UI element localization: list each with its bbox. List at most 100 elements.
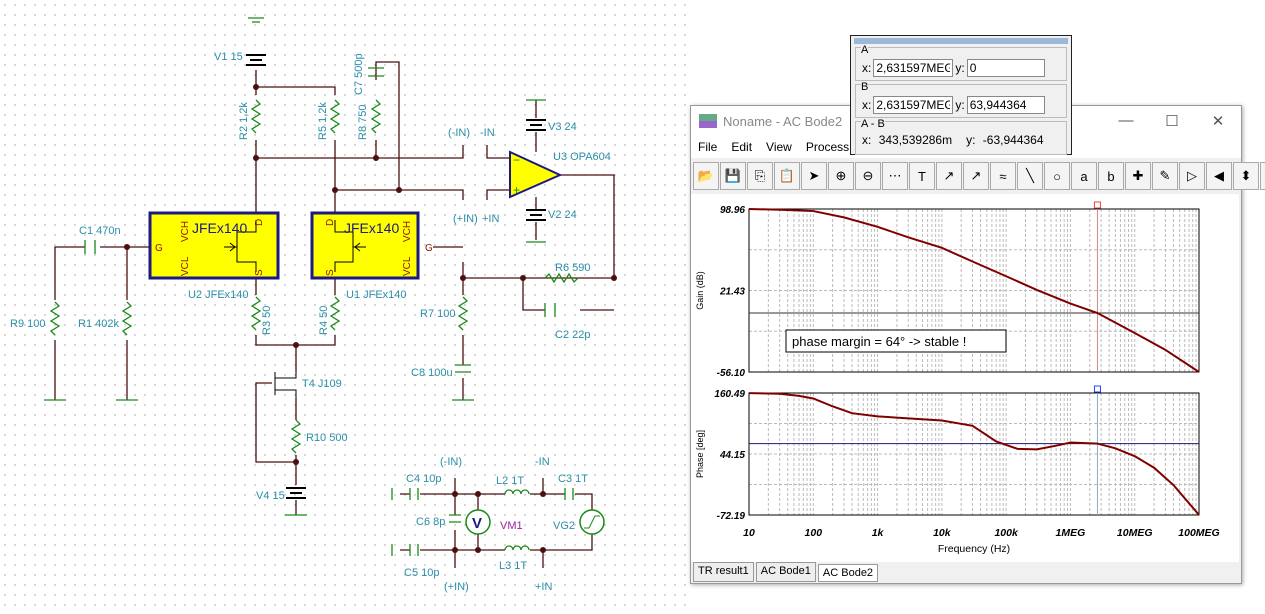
tab-ac-bode2[interactable]: AC Bode2 — [817, 564, 879, 582]
app-icon — [699, 114, 717, 128]
cursor-b-label: B — [861, 81, 869, 93]
y-tick-label: 98.96 — [720, 205, 745, 216]
diff-x-value: 343,539286m — [878, 133, 953, 147]
tab-ac-bode1[interactable]: AC Bode1 — [755, 562, 816, 582]
copy-icon[interactable]: ⎘ — [747, 162, 773, 190]
svg-text:L3 1T: L3 1T — [499, 560, 527, 572]
arrow-right-icon[interactable]: ▶ — [1260, 162, 1265, 190]
cursor-b-icon[interactable]: b — [1098, 162, 1124, 190]
label-icon[interactable]: ↗ — [936, 162, 962, 190]
svg-text:R5 1,2k: R5 1,2k — [317, 102, 329, 140]
svg-text:C4 10p: C4 10p — [406, 473, 441, 485]
cursor-b-x-field[interactable] — [873, 96, 954, 114]
arrow-left-icon[interactable]: ◀ — [1206, 162, 1232, 190]
x-tick-label: 100MEG — [1178, 527, 1219, 539]
toolbar: 📂💾⎘📋➤⊕⊖⋯T↗↗≈╲○ab✚✎▷◀⬍▶ — [693, 162, 1265, 192]
menu-process[interactable]: Process — [799, 140, 856, 154]
y-label: y: — [966, 133, 976, 147]
schematic-canvas[interactable]: VCH VCL G D S JFEx140 VCH VCL D S G JFEx… — [0, 0, 690, 614]
pin-d: D — [254, 219, 265, 226]
x-tick-label: 100 — [805, 527, 823, 539]
y-axis-label: Phase [deg] — [695, 430, 705, 478]
svg-text:V: V — [472, 515, 482, 532]
x-tick-label: 10 — [743, 527, 755, 539]
menu-view[interactable]: View — [759, 140, 799, 154]
x-label: x: — [862, 98, 872, 112]
cursor-a-y-field[interactable] — [966, 59, 1045, 77]
svg-text:V2 24: V2 24 — [548, 209, 577, 221]
result-tabs: TR result1 AC Bode1 AC Bode2 — [693, 562, 880, 582]
pin-g: G — [155, 243, 163, 254]
panel-title-bar[interactable] — [854, 38, 1068, 44]
svg-text:R3 50: R3 50 — [261, 306, 273, 335]
legend-icon[interactable]: ≈ — [990, 162, 1016, 190]
cursor-readout-panel[interactable]: A x: y: B x: y: A - B x: 343,539286m y: -6… — [850, 35, 1072, 155]
svg-text:R7 100: R7 100 — [420, 308, 455, 320]
svg-text:C3 1T: C3 1T — [558, 473, 588, 485]
svg-text:C7 500p: C7 500p — [353, 53, 365, 95]
svg-text:R4 50: R4 50 — [318, 306, 330, 335]
svg-text:V1 15: V1 15 — [214, 51, 243, 63]
menu-file[interactable]: File — [691, 140, 724, 154]
jfet-model-label: JFEx140 — [344, 220, 399, 236]
save-icon[interactable]: 💾 — [720, 162, 746, 190]
marker-icon[interactable]: ▷ — [1179, 162, 1205, 190]
y-label: y: — [955, 98, 965, 112]
y-label: y: — [955, 61, 965, 75]
jfet-u2[interactable]: VCH VCL G D S JFEx140 — [148, 211, 280, 280]
svg-text:C6 8p: C6 8p — [416, 516, 445, 528]
close-button[interactable]: ✕ — [1195, 112, 1241, 130]
svg-text:-IN: -IN — [480, 127, 495, 139]
svg-text:L2 1T: L2 1T — [496, 475, 524, 487]
x-label: x: — [862, 61, 872, 75]
maximize-button[interactable]: ☐ — [1149, 112, 1195, 130]
arrow-updown-icon[interactable]: ⬍ — [1233, 162, 1259, 190]
tab-tr-result1[interactable]: TR result1 — [693, 562, 754, 582]
svg-text:(-IN): (-IN) — [448, 127, 470, 139]
pick-color-icon[interactable]: ✎ — [1152, 162, 1178, 190]
pin-vcl: VCL — [402, 256, 413, 276]
cursor-b-handle[interactable] — [1093, 385, 1101, 393]
cursor-a-icon[interactable]: a — [1071, 162, 1097, 190]
cursor-a-handle[interactable] — [1093, 201, 1101, 209]
text-icon[interactable]: T — [909, 162, 935, 190]
x-tick-label: 10MEG — [1117, 527, 1153, 539]
y-tick-label: -72.19 — [717, 511, 746, 522]
cursor-a-x-field[interactable] — [873, 59, 954, 77]
pin-s: S — [254, 269, 265, 276]
svg-text:R1 402k: R1 402k — [78, 318, 119, 330]
jfet-u1[interactable]: VCH VCL D S G JFEx140 — [310, 211, 433, 280]
paste-icon[interactable]: 📋 — [774, 162, 800, 190]
cursor-b-group: B x: y: — [855, 81, 1067, 118]
add-curve-icon[interactable]: ✚ — [1125, 162, 1151, 190]
pin-g: G — [425, 243, 433, 254]
svg-text:C2 22p: C2 22p — [555, 329, 590, 341]
voltmeter-vm1[interactable]: V — [465, 509, 491, 535]
zoom-100-icon[interactable]: ⊖ — [855, 162, 881, 190]
plot-background — [691, 194, 1239, 562]
minimize-button[interactable]: — — [1103, 112, 1149, 130]
bode-plot[interactable]: 98.96 21.43 -56.10 Gain (dB) phase margin = … — [691, 194, 1239, 562]
svg-text:(-IN): (-IN) — [440, 456, 462, 468]
bode-window: Noname - AC Bode2 — ☐ ✕ File Edit View Pro… — [690, 105, 1265, 584]
zoom-in-icon[interactable]: ⊕ — [828, 162, 854, 190]
grid-icon[interactable]: ⋯ — [882, 162, 908, 190]
svg-text:U3 OPA604: U3 OPA604 — [553, 151, 611, 163]
window-title: Noname - AC Bode2 — [723, 113, 843, 129]
pointer-icon[interactable]: ➤ — [801, 162, 827, 190]
line-icon[interactable]: ╲ — [1017, 162, 1043, 190]
annotation-box[interactable]: phase margin = 64° -> stable ! — [785, 329, 1007, 353]
svg-text:(+IN): (+IN) — [453, 213, 478, 225]
diff-y-value: -63,944364 — [982, 133, 1044, 147]
menu-edit[interactable]: Edit — [724, 140, 759, 154]
circle-icon[interactable]: ○ — [1044, 162, 1070, 190]
svg-text:V4 15: V4 15 — [256, 490, 285, 502]
generator-vg2[interactable] — [579, 509, 605, 535]
open-icon[interactable]: 📂 — [693, 162, 719, 190]
x-tick-label: 1k — [872, 527, 885, 539]
svg-text:C1 470n: C1 470n — [79, 225, 121, 237]
cursor-b-y-field[interactable] — [966, 96, 1045, 114]
curve-label-icon[interactable]: ↗ — [963, 162, 989, 190]
svg-text:T4 J109: T4 J109 — [302, 378, 342, 390]
svg-text:-IN: -IN — [535, 456, 550, 468]
